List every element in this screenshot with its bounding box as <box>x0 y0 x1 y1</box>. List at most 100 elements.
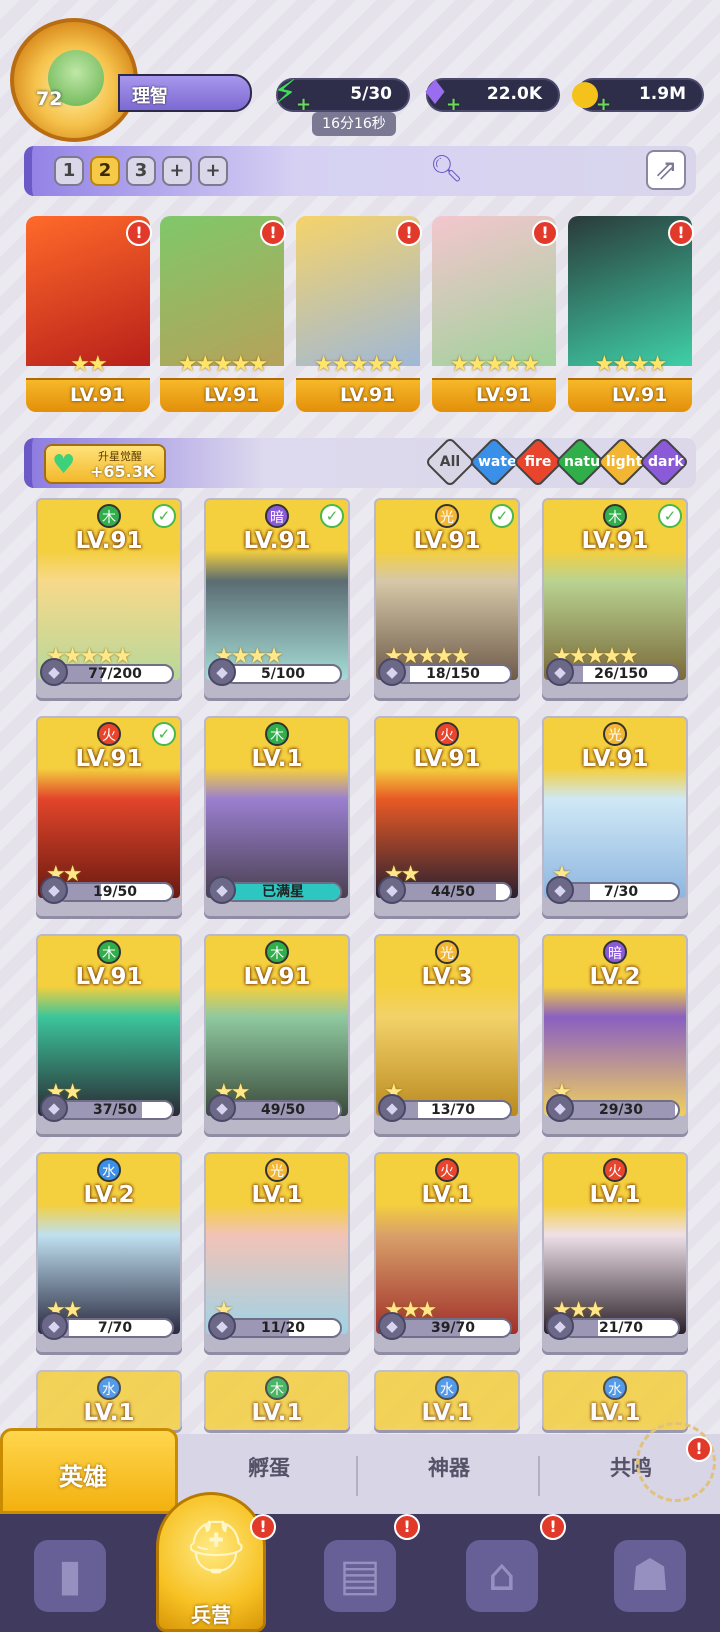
hero-stars: ★★★★ <box>594 352 668 377</box>
hero-level: LV.91 <box>340 384 396 406</box>
shard-icon: ◆ <box>40 658 68 686</box>
check-icon: ✓ <box>490 504 514 528</box>
player-level: 72 <box>36 88 63 110</box>
shard-progress-bar: 13/70 <box>394 1100 512 1120</box>
filter-label: water <box>478 454 524 470</box>
hero-card[interactable]: 光 LV.1 ★ 11/20 ◆ <box>204 1152 350 1352</box>
shard-progress-bar: 77/200 <box>56 664 174 684</box>
hero-card[interactable]: 火 LV.91 ★★ 19/50 ◆ ✓ <box>36 716 182 916</box>
hero-card[interactable]: 火 LV.91 ★★ 44/50 ◆ <box>374 716 520 916</box>
element-icon: 光 <box>435 504 459 528</box>
shard-progress-bar: 29/30 <box>562 1100 680 1120</box>
hero-card[interactable]: 水 LV.1 <box>36 1370 182 1430</box>
gold-value: 1.9M <box>638 84 686 104</box>
hero-alert-icon: ! <box>532 220 558 246</box>
team-tab-1[interactable]: 1 <box>54 156 84 186</box>
hero-level: LV.91 <box>243 964 311 990</box>
add-energy-icon[interactable]: + <box>296 94 311 115</box>
shard-progress-bar: 21/70 <box>562 1318 680 1338</box>
hero-card[interactable]: 水 LV.1 <box>374 1370 520 1430</box>
team-hero-card[interactable]: ★★★★★ 木 LV.91 <box>160 216 284 412</box>
gems-resource[interactable]: ♦ + 22.0K <box>420 73 560 115</box>
hero-level: LV.1 <box>251 746 303 772</box>
energy-resource[interactable]: ⚡ + 5/30 <box>273 73 410 115</box>
hero-card[interactable]: 火 LV.1 ★★★ 39/70 ◆ <box>374 1152 520 1352</box>
shard-progress-text: 18/150 <box>426 666 480 682</box>
hero-level: LV.91 <box>75 528 143 554</box>
shard-progress-text: 49/50 <box>260 1102 306 1118</box>
subtab-heroes[interactable]: 英雄 <box>0 1428 178 1514</box>
team-tab-add-2[interactable]: + <box>198 156 228 186</box>
shard-icon: ◆ <box>208 1094 236 1122</box>
team-tab-2[interactable]: 2 <box>90 156 120 186</box>
hero-level: LV.1 <box>421 1400 473 1426</box>
share-icon[interactable]: ⇗ <box>646 150 686 190</box>
add-gold-icon[interactable]: + <box>596 94 611 115</box>
energy-value: 5/30 <box>350 84 392 104</box>
hero-card[interactable]: 水 LV.2 ★★ 7/70 ◆ <box>36 1152 182 1352</box>
subtab-heroes-label: 英雄 <box>59 1463 107 1491</box>
shard-progress-text: 39/70 <box>430 1320 476 1336</box>
nav-guild-icon[interactable]: ☗ <box>614 1540 686 1612</box>
team-tab-add-1[interactable]: + <box>162 156 192 186</box>
add-gems-icon[interactable]: + <box>446 94 461 115</box>
team-hero-card[interactable]: ★★★★★ 木 LV.91 <box>432 216 556 412</box>
hero-alert-icon: ! <box>126 220 152 246</box>
hero-card[interactable]: 木 LV.91 ★★★★★ 26/150 ◆ ✓ <box>542 498 688 698</box>
filter-label: All <box>439 454 461 470</box>
element-icon: 火 <box>435 1158 459 1182</box>
team-hero-card[interactable]: ★★★★★ 光 LV.91 <box>296 216 420 412</box>
hero-card[interactable]: 光 LV.91 ★★★★★ 18/150 ◆ ✓ <box>374 498 520 698</box>
hero-alert-icon: ! <box>396 220 422 246</box>
hero-card[interactable]: 火 LV.1 ★★★ 21/70 ◆ <box>542 1152 688 1352</box>
shard-progress-text: 26/150 <box>594 666 648 682</box>
hero-card[interactable]: 水 LV.1 <box>542 1370 688 1430</box>
hero-level: LV.1 <box>251 1182 303 1208</box>
shard-progress-bar: 19/50 <box>56 882 174 902</box>
shard-icon: ◆ <box>546 876 574 904</box>
hero-level: LV.91 <box>70 384 126 406</box>
shard-progress-text: 44/50 <box>430 884 476 900</box>
shard-progress-text: 37/50 <box>92 1102 138 1118</box>
hero-card[interactable]: 木 LV.1 已满星 ◆ <box>204 716 350 916</box>
shard-icon: ◆ <box>40 1312 68 1340</box>
player-name: 理智 <box>132 86 168 107</box>
nav-castle-icon[interactable]: ⌂ <box>466 1540 538 1612</box>
player-name-bar[interactable]: 理智 <box>118 74 252 112</box>
shard-progress-bar: 7/30 <box>562 882 680 902</box>
hero-card[interactable]: 光 LV.3 ★ 13/70 ◆ <box>374 934 520 1134</box>
shard-icon: ◆ <box>546 658 574 686</box>
subtab-artifact[interactable]: 神器 <box>428 1452 470 1482</box>
search-icon[interactable]: 🔍︎ <box>430 154 463 184</box>
energy-timer: 16分16秒 <box>312 112 396 136</box>
element-icon: 水 <box>603 1376 627 1400</box>
hero-card[interactable]: 暗 LV.91 ★★★★ 5/100 ◆ ✓ <box>204 498 350 698</box>
nav-barracks[interactable]: ⛑ 兵营 <box>156 1492 266 1632</box>
nav-cards-icon[interactable]: ▮ <box>34 1540 106 1612</box>
subtab-hatch[interactable]: 孵蛋 <box>248 1452 290 1482</box>
hero-card[interactable]: 木 LV.1 <box>204 1370 350 1430</box>
shard-progress-text: 21/70 <box>598 1320 644 1336</box>
shard-progress-text: 已满星 <box>262 884 304 900</box>
hero-card[interactable]: 木 LV.91 ★★ 49/50 ◆ <box>204 934 350 1134</box>
hero-level-bar: 暗 LV.91 <box>568 378 692 412</box>
check-icon: ✓ <box>658 504 682 528</box>
hero-card[interactable]: 木 LV.91 ★★ 37/50 ◆ <box>36 934 182 1134</box>
element-icon: 火 <box>603 1158 627 1182</box>
nav-barracks-label: 兵营 <box>191 1603 231 1627</box>
hero-level: LV.91 <box>612 384 668 406</box>
team-hero-card[interactable]: ★★★★ 暗 LV.91 <box>568 216 692 412</box>
hero-card[interactable]: 光 LV.91 ★ 7/30 ◆ <box>542 716 688 916</box>
team-hero-card[interactable]: ★★ 火 LV.91 <box>26 216 150 412</box>
hero-level: LV.91 <box>413 528 481 554</box>
divider <box>356 1456 358 1496</box>
power-badge[interactable]: ♥ 升星觉醒 +65.3K <box>44 444 166 484</box>
power-value: +65.3K <box>90 462 156 481</box>
hero-level: LV.91 <box>243 528 311 554</box>
gold-resource[interactable]: ● + 1.9M <box>570 73 704 115</box>
team-tab-3[interactable]: 3 <box>126 156 156 186</box>
hero-card[interactable]: 木 LV.91 ★★★★★ 77/200 ◆ ✓ <box>36 498 182 698</box>
hero-card[interactable]: 暗 LV.2 ★ 29/30 ◆ <box>542 934 688 1134</box>
element-icon: 木 <box>97 940 121 964</box>
nav-book-icon[interactable]: ▤ <box>324 1540 396 1612</box>
